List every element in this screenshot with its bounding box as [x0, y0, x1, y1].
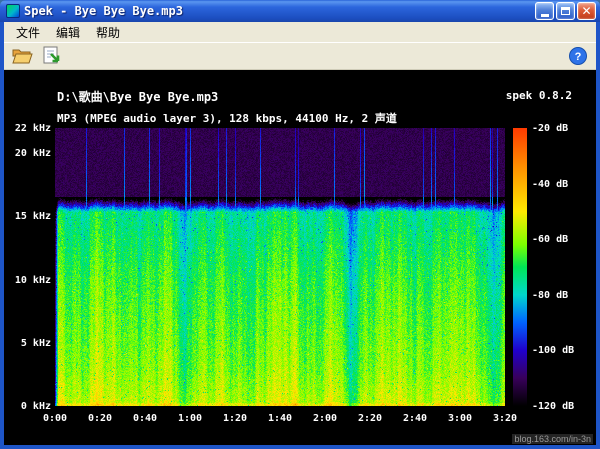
y-axis-tick: 22 kHz	[4, 123, 51, 134]
spek-window: Spek - Bye Bye Bye.mp3 ✕ 文件 编辑 帮助	[0, 0, 600, 449]
svg-text:?: ?	[575, 51, 582, 63]
close-button[interactable]: ✕	[577, 2, 596, 20]
x-axis-tick: 0:00	[35, 413, 75, 424]
titlebar[interactable]: Spek - Bye Bye Bye.mp3 ✕	[0, 0, 600, 22]
colorbar-tick: -20 dB	[532, 123, 568, 134]
menu-edit[interactable]: 编辑	[48, 22, 88, 43]
window-frame: 文件 编辑 帮助 ?	[0, 22, 600, 449]
colorbar-tick: -120 dB	[532, 401, 574, 412]
file-path: D:\歌曲\Bye Bye Bye.mp3	[57, 88, 218, 105]
help-icon: ?	[568, 46, 588, 66]
y-axis-tick: 0 kHz	[4, 401, 51, 412]
app-icon	[6, 4, 20, 18]
spectrogram-canvas	[55, 128, 505, 406]
format-info: MP3 (MPEG audio layer 3), 128 kbps, 4410…	[57, 110, 397, 126]
y-axis-tick: 5 kHz	[4, 338, 51, 349]
menubar: 文件 编辑 帮助	[4, 22, 596, 42]
y-axis-tick: 20 kHz	[4, 148, 51, 159]
x-axis-tick: 0:20	[80, 413, 120, 424]
colorbar-tick: -80 dB	[532, 290, 568, 301]
x-axis-tick: 1:40	[260, 413, 300, 424]
colorbar-tick: -60 dB	[532, 234, 568, 245]
x-axis-tick: 3:00	[440, 413, 480, 424]
y-axis-tick: 10 kHz	[4, 275, 51, 286]
toolbar: ?	[4, 42, 596, 70]
x-axis-tick: 2:40	[395, 413, 435, 424]
menu-file[interactable]: 文件	[8, 22, 48, 43]
save-sample-button[interactable]	[38, 43, 66, 69]
colorbar-tick: -40 dB	[532, 179, 568, 190]
save-icon	[41, 45, 63, 67]
menu-help[interactable]: 帮助	[88, 22, 128, 43]
colorbar-tick: -100 dB	[532, 345, 574, 356]
window-title: Spek - Bye Bye Bye.mp3	[24, 4, 531, 18]
minimize-button[interactable]	[535, 2, 554, 20]
colorbar	[513, 128, 527, 406]
maximize-button[interactable]	[556, 2, 575, 20]
x-axis-tick: 3:20	[485, 413, 525, 424]
y-axis-tick: 15 kHz	[4, 211, 51, 222]
x-axis-tick: 1:20	[215, 413, 255, 424]
open-file-button[interactable]	[8, 43, 36, 69]
x-axis-tick: 2:00	[305, 413, 345, 424]
watermark: blog.163.com/in-3n	[512, 434, 593, 444]
x-axis-tick: 1:00	[170, 413, 210, 424]
spectrogram-panel: D:\歌曲\Bye Bye Bye.mp3 spek 0.8.2 MP3 (MP…	[4, 70, 596, 445]
help-button[interactable]: ?	[564, 43, 592, 69]
x-axis-tick: 2:20	[350, 413, 390, 424]
open-folder-icon	[11, 45, 33, 67]
x-axis-tick: 0:40	[125, 413, 165, 424]
app-version: spek 0.8.2	[506, 89, 572, 102]
maximize-icon	[561, 7, 570, 15]
minimize-icon	[541, 14, 549, 17]
